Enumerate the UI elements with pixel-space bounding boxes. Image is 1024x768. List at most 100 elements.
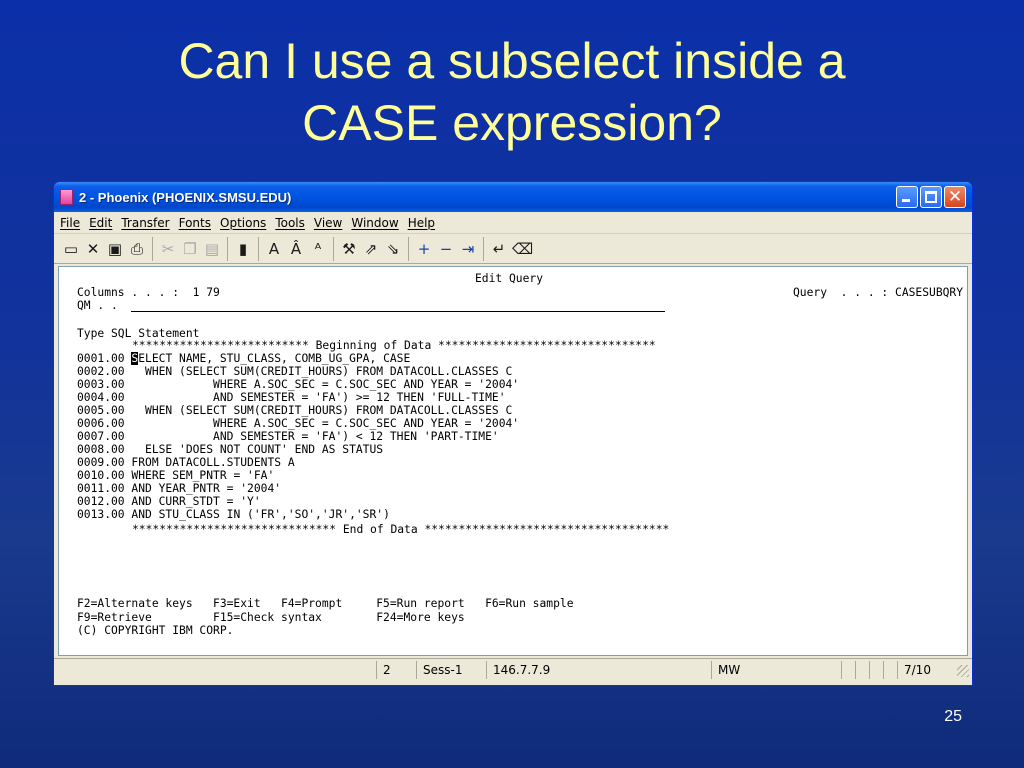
sql-line-text: AND SEMESTER = 'FA') < 12 THEN 'PART-TIM… — [131, 430, 499, 443]
eraser-icon[interactable]: ⌫ — [512, 239, 533, 259]
cut-icon: ✂ — [161, 239, 175, 258]
copyright-text: (C) COPYRIGHT IBM CORP. — [77, 624, 234, 637]
font-icon[interactable]: A — [265, 239, 283, 259]
disconnect-icon[interactable]: ✕ — [84, 239, 102, 259]
menu-transfer[interactable]: Transfer — [121, 216, 169, 230]
toolbar-group: ✂ ❐ ▤ — [159, 236, 228, 261]
screen-header: Edit Query — [475, 272, 544, 285]
sql-line-number: 0002.00 — [77, 365, 132, 378]
window-title: 2 - Phoenix (PHOENIX.SMSU.EDU) — [79, 189, 292, 205]
save-icon[interactable]: ▣ — [106, 239, 124, 259]
toolbar-group: ↵ ⌫ — [490, 237, 539, 261]
sql-line[interactable]: 0008.00 ELSE 'DOES NOT COUNT' END AS STA… — [77, 443, 383, 456]
qm-input-underline[interactable] — [131, 311, 665, 312]
sql-line-number: 0005.00 — [77, 404, 132, 417]
status-indicator-2 — [855, 660, 869, 679]
receive-icon[interactable]: ⇘ — [384, 239, 402, 259]
sql-line[interactable]: 0004.00 AND SEMESTER = 'FA') >= 12 THEN … — [77, 391, 506, 404]
status-indicator-4 — [883, 660, 897, 679]
sql-line-text: WHERE A.SOC_SEC = C.SOC_SEC AND YEAR = '… — [131, 417, 520, 430]
sql-line-text: WHEN (SELECT SUM(CREDIT_HOURS) FROM DATA… — [131, 365, 513, 378]
maximize-button[interactable] — [920, 186, 942, 208]
status-ip-address: 146.7.7.9 — [486, 660, 711, 679]
menu-fonts[interactable]: Fonts — [179, 216, 211, 230]
qm-label: QM . . — [77, 299, 118, 312]
enter-icon[interactable]: ↵ — [490, 239, 508, 259]
sql-line[interactable]: 0006.00 WHERE A.SOC_SEC = C.SOC_SEC AND … — [77, 417, 519, 430]
tools-icon[interactable]: ⚒ — [340, 239, 358, 259]
sql-line-number: 0012.00 — [77, 495, 132, 508]
sql-line-text: FROM DATACOLL.STUDENTS A — [131, 456, 295, 469]
status-indicator-1 — [841, 660, 855, 679]
sql-line-text: WHERE SEM_PNTR = 'FA' — [131, 469, 275, 482]
menu-help[interactable]: Help — [408, 216, 435, 230]
sql-line[interactable]: 0009.00 FROM DATACOLL.STUDENTS A — [77, 456, 295, 469]
font-smaller-icon[interactable]: ᴬ — [309, 239, 327, 259]
query-label: Query . . . : CASESUBQRY — [793, 286, 964, 299]
sql-line-number: 0006.00 — [77, 417, 132, 430]
sql-line[interactable]: 0012.00 AND CURR_STDT = 'Y' — [77, 495, 261, 508]
menu-view[interactable]: View — [314, 216, 342, 230]
menu-tools[interactable]: Tools — [275, 216, 305, 230]
sql-line[interactable]: 0002.00 WHEN (SELECT SUM(CREDIT_HOURS) F… — [77, 365, 512, 378]
menu-options[interactable]: Options — [220, 216, 266, 230]
toolbar-group: AÂᴬ — [265, 236, 334, 261]
font-larger-icon[interactable]: Â — [287, 239, 305, 259]
sql-line-number: 0008.00 — [77, 443, 132, 456]
menu-file[interactable]: File — [60, 216, 80, 230]
function-keys-line-2: F9=Retrieve F15=Check syntax F24=More ke… — [77, 611, 465, 624]
sql-line[interactable]: 0007.00 AND SEMESTER = 'FA') < 12 THEN '… — [77, 430, 499, 443]
terminal-screen[interactable]: Edit Query Columns . . . : 1 79 Query . … — [58, 266, 968, 656]
plus-icon[interactable]: + — [415, 239, 433, 259]
sql-line[interactable]: 0001.00 SELECT NAME, STU_CLASS, COMB_UG_… — [77, 352, 410, 365]
sql-line-text: WHEN (SELECT SUM(CREDIT_HOURS) FROM DATA… — [131, 404, 513, 417]
begin-of-data-marker: ************************** Beginning of … — [132, 339, 656, 352]
sql-line[interactable]: 0010.00 WHERE SEM_PNTR = 'FA' — [77, 469, 274, 482]
columns-label: Columns . . . : 1 79 — [77, 286, 220, 299]
paste-icon: ▤ — [204, 239, 220, 258]
maximize-icon — [925, 191, 937, 203]
minus-icon[interactable]: − — [437, 239, 455, 259]
slide-page-number: 25 — [944, 708, 962, 725]
status-bar: 2 Sess-1 146.7.7.9 MW 7/10 — [54, 658, 972, 680]
status-indicator-3 — [869, 660, 883, 679]
resize-grip-icon[interactable] — [957, 665, 969, 677]
toolbar-group: + − ⇥ — [415, 236, 484, 261]
close-button[interactable]: ✕ — [944, 186, 966, 208]
sql-line[interactable]: 0013.00 AND STU_CLASS IN ('FR','SO','JR'… — [77, 508, 390, 521]
toolbar-group: ▭ ✕ ▣ ⎙ — [62, 236, 153, 261]
print-icon[interactable]: ⎙ — [128, 239, 146, 259]
sql-line-text: AND STU_CLASS IN ('FR','SO','JR','SR') — [131, 508, 390, 521]
close-icon: ✕ — [947, 187, 963, 207]
status-session-name: Sess-1 — [416, 660, 486, 679]
end-of-data-marker: ****************************** End of Da… — [132, 523, 670, 536]
send-icon[interactable]: ⇗ — [362, 239, 380, 259]
minimize-button[interactable] — [896, 186, 918, 208]
sql-line[interactable]: 0003.00 WHERE A.SOC_SEC = C.SOC_SEC AND … — [77, 378, 519, 391]
phoenix-app-icon[interactable] — [60, 189, 73, 205]
sql-line-text: ELSE 'DOES NOT COUNT' END AS STATUS — [131, 443, 384, 456]
toolbar: ▭ ✕ ▣ ⎙ ✂ ❐ ▤ ▮ A Âᴬ ⚒ ⇗ ⇘ + − ⇥ ↵ ⌫ — [54, 234, 972, 264]
sql-line-number: 0001.00 — [77, 352, 132, 365]
sql-line-number: 0011.00 — [77, 482, 132, 495]
sql-line[interactable]: 0005.00 WHEN (SELECT SUM(CREDIT_HOURS) F… — [77, 404, 512, 417]
status-cursor-position: 7/10 — [897, 660, 955, 679]
menu-bar: File Edit Transfer Fonts Options Tools V… — [54, 212, 972, 234]
sql-line-text: AND CURR_STDT = 'Y' — [131, 495, 261, 508]
function-keys-line-1: F2=Alternate keys F3=Exit F4=Prompt F5=R… — [77, 597, 574, 610]
sql-line-number: 0009.00 — [77, 456, 132, 469]
monitor-icon[interactable]: ▭ — [62, 239, 80, 259]
minimize-icon — [902, 199, 910, 202]
menu-edit[interactable]: Edit — [89, 216, 112, 230]
toolbar-group: ▮ — [234, 236, 259, 261]
slide-title: Can I use a subselect inside a CASE expr… — [0, 30, 1024, 154]
document-icon[interactable]: ▮ — [234, 239, 252, 259]
tab-icon[interactable]: ⇥ — [459, 239, 477, 259]
sql-line-number: 0007.00 — [77, 430, 132, 443]
window-titlebar[interactable]: 2 - Phoenix (PHOENIX.SMSU.EDU) ✕ — [54, 182, 972, 212]
sql-line-text: ELECT NAME, STU_CLASS, COMB_UG_GPA, CASE — [138, 352, 411, 365]
sql-line-text: AND SEMESTER = 'FA') >= 12 THEN 'FULL-TI… — [131, 391, 506, 404]
sql-line[interactable]: 0011.00 AND YEAR_PNTR = '2004' — [77, 482, 281, 495]
menu-window[interactable]: Window — [351, 216, 398, 230]
sql-line-number: 0010.00 — [77, 469, 132, 482]
